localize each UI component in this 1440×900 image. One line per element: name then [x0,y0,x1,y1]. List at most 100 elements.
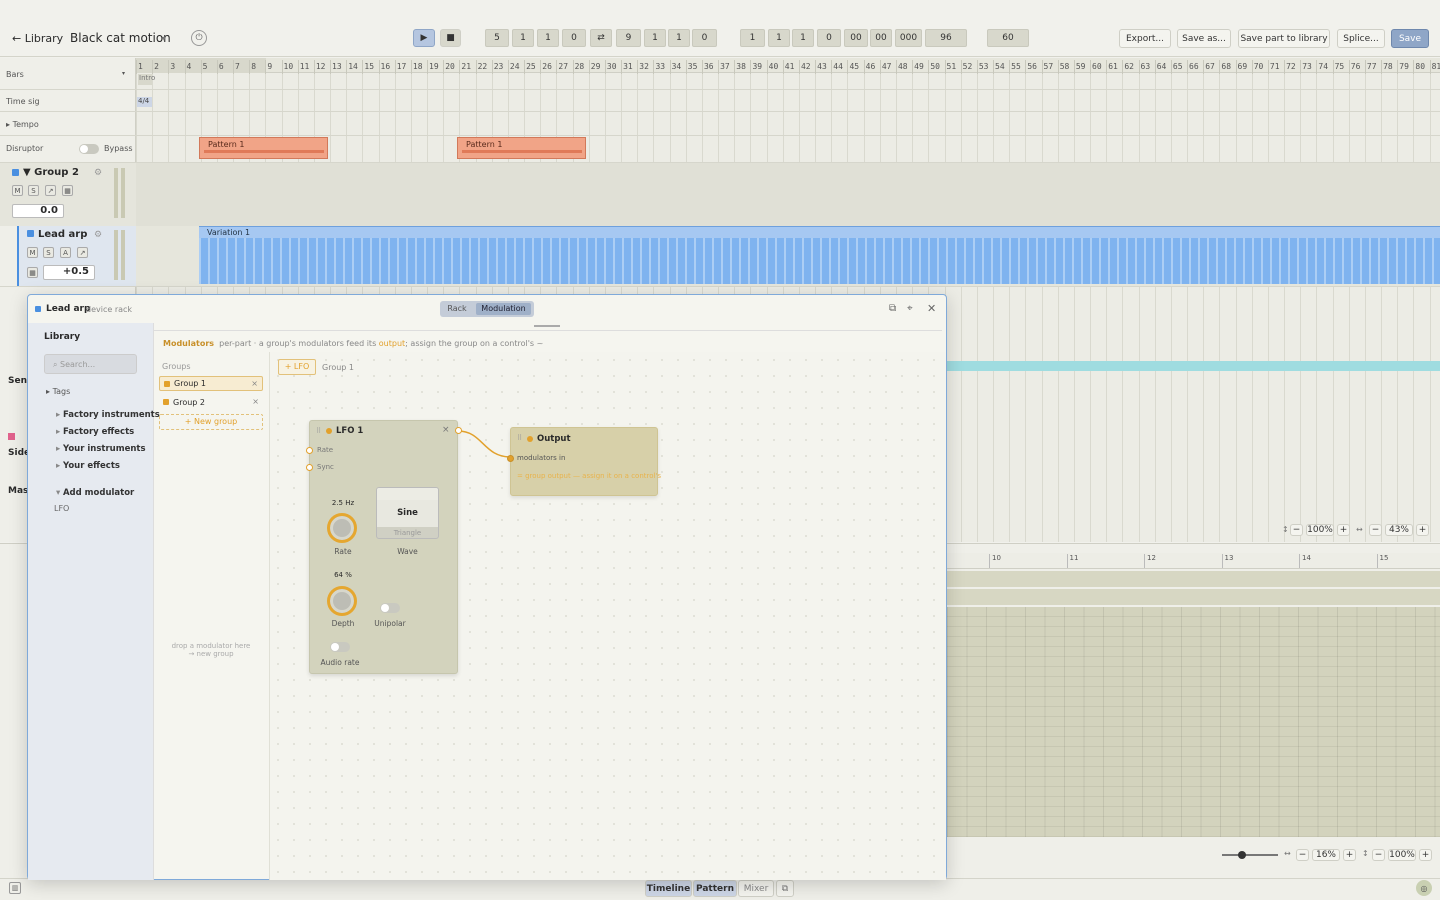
wave-option-selected[interactable]: Sine [377,500,438,527]
project-title[interactable]: Black cat motion [70,31,171,45]
lead-arp-color-swatch[interactable] [27,230,34,237]
loop-start-bar[interactable]: 5 [485,29,509,47]
position-beat[interactable]: 1 [768,29,790,47]
group2-record-icon[interactable]: ▦ [62,185,73,196]
lead-arp-title[interactable]: Lead arp [38,229,87,240]
pattern-v-zoom-value[interactable]: 100% [1388,849,1416,861]
output-drag-handle-icon[interactable]: ⠿ [517,434,522,442]
tab-pattern[interactable]: Pattern [693,880,737,897]
time-signature-marker[interactable]: 4/4 [137,97,152,107]
wave-option-next[interactable]: Triangle [377,527,438,538]
group2-title[interactable]: ▼ Group 2 [23,167,79,178]
pattern-v-zoom-in-button[interactable]: + [1419,849,1432,861]
modulators-in-port[interactable] [507,455,514,462]
tab-mixer[interactable]: Mixer [738,880,774,897]
lead-arp-mute-button[interactable]: M [27,247,38,258]
send-lane-clip[interactable] [947,361,1440,371]
save-as-button[interactable]: Save as... [1177,29,1231,48]
loop-end-sixteenth[interactable]: 1 [668,29,690,47]
pattern-h-zoom-value[interactable]: 16% [1312,849,1340,861]
pattern-h-zoom-in-button[interactable]: + [1343,849,1356,861]
save-button[interactable]: Save [1391,29,1429,48]
time-ms[interactable]: 000 [895,29,922,47]
group2-settings-icon[interactable]: ⚙ [94,168,102,178]
horizontal-zoom-in-button[interactable]: + [1416,524,1429,536]
bar-number: 65 [1170,60,1183,74]
vertical-zoom-out-button[interactable]: − [1290,524,1303,536]
bars-caret-icon[interactable]: ▾ [122,70,125,77]
group2-gain-field[interactable]: 0.0 [12,204,64,218]
lead-arp-route-icon[interactable]: ↗ [77,247,88,258]
lfo-close-icon[interactable]: × [442,425,450,435]
group2-solo-button[interactable]: S [28,185,39,196]
loop-start-sixteenth[interactable]: 1 [537,29,559,47]
popout-icon[interactable]: ⧉ [776,880,794,897]
rate-knob[interactable] [327,513,357,543]
tempo-label[interactable]: ▸ Tempo [6,120,39,129]
loop-toggle-icon[interactable]: ⇄ [590,29,612,47]
pattern-h-zoom-out-button[interactable]: − [1296,849,1309,861]
save-part-to-library-button[interactable]: Save part to library [1238,29,1330,48]
lfo-drag-handle-icon[interactable]: ⠿ [316,427,321,435]
pattern-clip[interactable]: Pattern 1 [457,137,586,159]
stop-button[interactable]: ■ [440,29,461,47]
piano-roll-grid[interactable] [947,607,1440,837]
horizontal-zoom-out-button[interactable]: − [1369,524,1382,536]
pattern-ruler[interactable] [947,553,1440,569]
tab-timeline[interactable]: Timeline [645,880,692,897]
time-hours[interactable]: 00 [844,29,868,47]
variation-clip-body[interactable] [199,238,1440,284]
rate-input-port[interactable] [306,447,313,454]
audio-rate-toggle[interactable] [330,642,350,652]
lfo-node[interactable]: ⠿ LFO 1 × Rate Sync 2.5 Hz Rate Sine Tri… [306,420,462,674]
wave-selector[interactable]: Sine Triangle [376,487,439,539]
group2-route-icon[interactable]: ↗ [45,185,56,196]
unipolar-toggle[interactable] [380,603,400,613]
back-to-library-link[interactable]: ← Library [12,32,63,45]
loop-end-tick[interactable]: 0 [692,29,717,47]
loop-end-beat[interactable]: 1 [644,29,666,47]
play-button[interactable]: ▶ [413,29,435,47]
pattern-bar-number: 11 [1066,554,1078,568]
tempo-field[interactable]: 60 [987,29,1029,47]
loop-start-beat[interactable]: 1 [512,29,534,47]
pattern-v-zoom-out-button[interactable]: − [1372,849,1385,861]
loop-start-tick[interactable]: 0 [562,29,586,47]
depth-knob[interactable] [327,586,357,616]
splice-button[interactable]: Splice... [1337,29,1385,48]
group2-mute-button[interactable]: M [12,185,23,196]
time-minutes[interactable]: 00 [870,29,892,47]
assistant-icon[interactable]: ◎ [1416,880,1432,896]
lead-arp-arm-button[interactable]: A [60,247,71,258]
sync-input-port[interactable] [306,464,313,471]
position-tick[interactable]: 0 [817,29,841,47]
pattern-clip[interactable]: Pattern 1 [199,137,328,159]
zoom-slider-thumb[interactable] [1238,851,1246,859]
variation-clip-header[interactable]: Variation 1 [199,226,1440,238]
lead-arp-gain-field[interactable]: +0.5 [43,265,95,280]
zoom-slider-track[interactable] [1222,854,1278,856]
grid-line [1413,74,1415,542]
export-button[interactable]: Export... [1119,29,1171,48]
bar-number: 23 [491,60,503,74]
group2-color-swatch[interactable] [12,169,19,176]
horizontal-zoom-value[interactable]: 43% [1385,524,1413,536]
lead-arp-record-icon[interactable]: ▦ [27,267,38,278]
position-sixteenth[interactable]: 1 [792,29,814,47]
lead-arp-solo-button[interactable]: S [43,247,54,258]
vertical-zoom-in-button[interactable]: + [1337,524,1350,536]
wave-label: Wave [397,547,418,556]
lfo-output-port[interactable] [455,427,462,434]
lead-arp-settings-icon[interactable]: ⚙ [94,230,102,240]
vertical-zoom-value[interactable]: 100% [1306,524,1334,536]
time-frames[interactable]: 96 [925,29,967,47]
intro-marker[interactable]: Intro [138,74,155,85]
project-menu-caret[interactable]: ▾ [162,34,166,43]
position-bar[interactable]: 1 [740,29,765,47]
power-icon[interactable]: ⏻ [191,30,207,46]
modulators-in-label: modulators in [517,454,566,462]
sidebar-toggle-icon[interactable]: ▥ [9,882,21,894]
bypass-toggle[interactable] [79,144,99,154]
loop-end-bar[interactable]: 9 [616,29,641,47]
output-node[interactable]: ⠿ Output modulators in = group output — … [507,427,661,496]
